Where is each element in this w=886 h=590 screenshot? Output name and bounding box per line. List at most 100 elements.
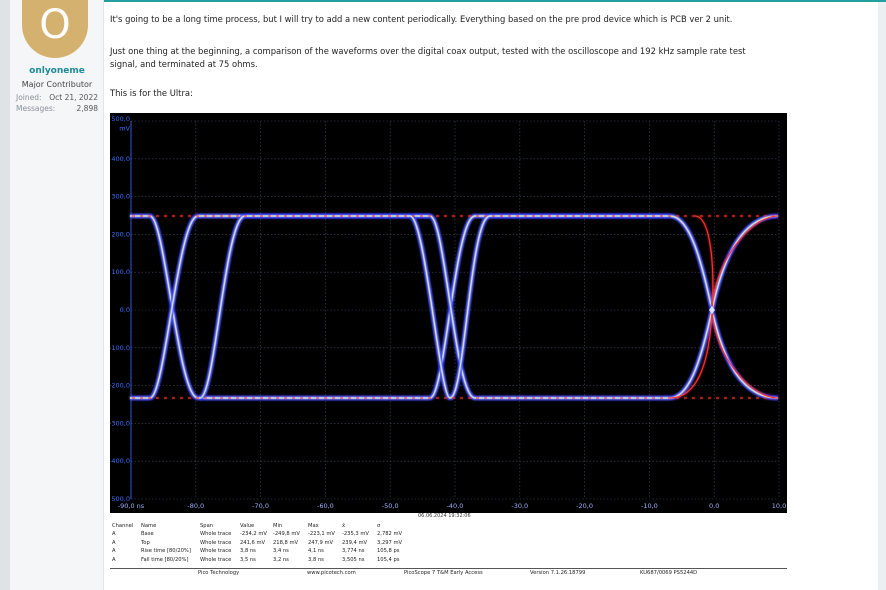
username-link[interactable]: onlyoneme <box>10 66 104 76</box>
trace-glow <box>130 213 779 401</box>
measurement-row: A Base Whole trace -234,2 mV -249,8 mV -223,1… <box>110 531 787 539</box>
y-tick-label: 0,0 <box>120 306 130 314</box>
measurement-cell: A <box>112 539 116 546</box>
y-tick-label: 200,0 <box>111 230 130 238</box>
scope-footer-item: PicoScope 7 T&M Early Access <box>404 570 483 576</box>
measurement-cell: 3,2 ns <box>273 556 289 563</box>
scope-footer-item: www.picotech.com <box>307 570 356 576</box>
y-tick-label: 400,0 <box>111 155 130 163</box>
measurement-cell: Base <box>141 531 154 537</box>
measurement-cell: 105,8 ps <box>377 548 400 555</box>
x-tick-label: -60,0 <box>317 502 334 510</box>
measurement-cell: 241,6 mV <box>240 539 266 546</box>
post-header-border <box>104 0 886 4</box>
trace-glow <box>197 213 430 401</box>
post-paragraph-2: Just one thing at the beginning, a compa… <box>110 46 746 56</box>
scope-footer-item: Pico Technology <box>198 570 240 576</box>
x-tick-label: -90,0 ns <box>118 502 145 510</box>
measurement-cell: 3,774 ns <box>342 548 365 555</box>
scope-traces <box>130 213 779 401</box>
measurement-cell: 3,8 ns <box>240 548 256 555</box>
x-tick-label: -20,0 <box>576 502 593 510</box>
measurement-cell: Rise time [80/20%] <box>141 548 191 555</box>
post-paragraph-3: This is for the Ultra: <box>110 88 193 98</box>
measurement-cell: Whole trace <box>200 531 232 537</box>
measurement-row: A Rise time [80/20%] Whole trace 3,8 ns 3,4 … <box>110 548 787 556</box>
measurement-cell: Whole trace <box>200 556 232 563</box>
x-tick-label: 10,0 <box>772 502 786 510</box>
trace-hot-edge <box>669 215 779 399</box>
measurement-column-header: σ <box>377 523 381 529</box>
post-paragraph-1: It's going to be a long time process, bu… <box>110 14 733 24</box>
measurement-column-header: x̄ <box>342 523 346 529</box>
measurements-table: Channel Name Span Value Min Max x̄ σ A Base Whole… <box>110 521 787 578</box>
measurement-column-header: Max <box>308 523 319 529</box>
trace-band <box>198 214 430 400</box>
y-axis-ticks: 500,0 400,0 300,0 200,0 100,0 0,0 -100,0 -200,0… <box>109 115 130 503</box>
trace-core <box>130 215 779 399</box>
messages-label: Messages: <box>16 104 56 113</box>
scrollbar[interactable] <box>878 0 886 590</box>
measurement-column-header: Value <box>240 523 255 529</box>
x-tick-label: -30,0 <box>511 502 528 510</box>
measurement-cell: 3,4 ns <box>273 548 289 555</box>
user-title: Major Contributor <box>21 80 93 89</box>
measurement-cell: A <box>112 531 116 537</box>
avatar-letter: O <box>39 2 71 48</box>
trace-glow <box>407 213 453 401</box>
measurement-column-header: Name <box>141 523 157 529</box>
measurement-cell: 239,4 mV <box>342 539 368 546</box>
scope-footer: Pico Technology www.picotech.com PicoScope… <box>110 569 787 577</box>
measurement-cell: Fall time [80/20%] <box>141 556 189 563</box>
measurement-column-header: Span <box>200 523 214 529</box>
scope-footer-item: KU687/0069 PS5244D <box>640 570 698 576</box>
trace-band <box>448 214 670 400</box>
measurement-cell: Whole trace <box>200 539 232 546</box>
measurement-cell: -234,2 mV <box>240 531 267 537</box>
measurement-cell: 3,5 ns <box>240 556 256 563</box>
measurement-cell: Top <box>141 539 150 546</box>
capture-timestamp: 06.06.2024 19:32:06 <box>418 513 471 519</box>
oscilloscope-screenshot[interactable]: 500,0 400,0 300,0 200,0 100,0 0,0 -100,0 -200,0… <box>109 113 787 578</box>
eye-diagram: 500,0 400,0 300,0 200,0 100,0 0,0 -100,0 -200,0… <box>109 115 786 510</box>
measurement-column-header: Channel <box>112 523 134 529</box>
measurements-header: Channel Name Span Value Min Max x̄ σ <box>110 523 787 530</box>
measurement-row: A Fall time [80/20%] Whole trace 3,5 ns 3,2 … <box>110 557 787 565</box>
measurement-cell: 3,505 ns <box>342 556 365 563</box>
x-tick-label: -80,0 <box>187 502 204 510</box>
x-tick-label: -40,0 <box>447 502 464 510</box>
measurement-cell: 4,1 ns <box>308 548 324 555</box>
y-tick-label: -300,0 <box>110 419 130 427</box>
measurement-cell: 2,782 mV <box>377 531 403 537</box>
joined-value: Oct 21, 2022 <box>49 93 98 102</box>
scope-footer-item: Version 7.1.26.18799 <box>530 570 586 576</box>
x-tick-label: -10,0 <box>641 502 658 510</box>
measurement-cell: -235,3 mV <box>342 531 369 537</box>
y-unit-label: mV <box>119 125 130 133</box>
measurement-cell: 105,4 ps <box>377 556 400 563</box>
y-tick-label: -200,0 <box>110 382 130 390</box>
y-tick-label: 500,0 <box>111 115 130 123</box>
measurement-cell: -223,1 mV <box>308 531 335 537</box>
x-tick-label: 0,0 <box>709 502 719 510</box>
x-tick-label: -50,0 <box>382 502 399 510</box>
messages-value[interactable]: 2,898 <box>77 104 98 113</box>
joined-label: Joined: <box>16 93 42 102</box>
x-axis-ticks: -90,0 ns -80,0 -70,0 -60,0 -50,0 -40,0 -30,0 -2… <box>118 502 786 510</box>
measurement-cell: 3,297 mV <box>377 539 403 546</box>
measurement-row: A Top Whole trace 241,6 mV 218,8 mV 247,9 mV 2… <box>110 540 787 548</box>
joined-row: Joined: Oct 21, 2022 <box>16 93 98 102</box>
trace-band <box>130 214 779 400</box>
x-tick-label: -70,0 <box>252 502 269 510</box>
measurement-cell: 247,9 mV <box>308 539 334 546</box>
trace-glow <box>447 213 670 401</box>
trace-core <box>449 215 670 399</box>
forum-page: O onlyoneme Major Contributor Joined: Oc… <box>0 0 886 590</box>
y-tick-label: -400,0 <box>110 457 130 465</box>
measurement-cell: 3,8 ns <box>308 556 324 563</box>
scope-grid <box>130 120 780 500</box>
messages-row: Messages: 2,898 <box>16 104 98 113</box>
y-tick-label: 300,0 <box>111 193 130 201</box>
y-tick-label: 100,0 <box>111 268 130 276</box>
trace-band <box>130 214 779 400</box>
